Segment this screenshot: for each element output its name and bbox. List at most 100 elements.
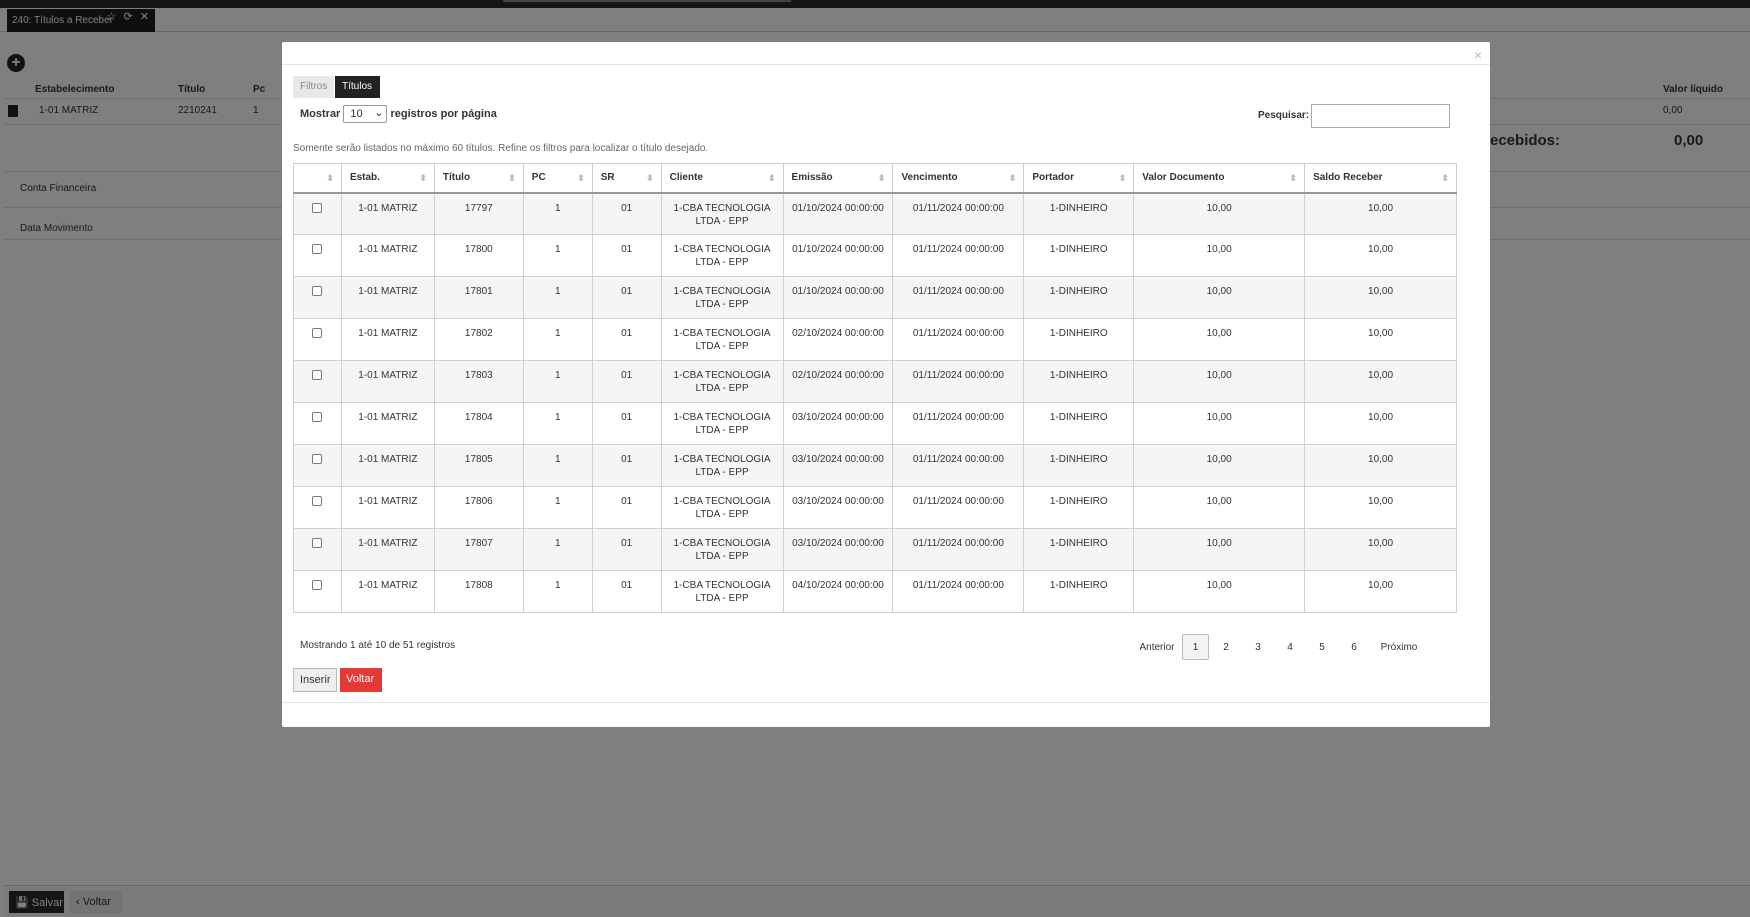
row-checkbox[interactable] (312, 496, 323, 506)
modal-footer-divider (282, 702, 1490, 703)
cell-cliente: 1-CBA TECNOLOGIA LTDA - EPP (660, 570, 784, 613)
cell-titulo: 17800 (433, 234, 524, 277)
cell-saldo-receber: 10,00 (1304, 444, 1457, 487)
table-row[interactable]: 1-01 MATRIZ 17797 1 01 1-CBA TECNOLOGIA LTDA … (293, 192, 1457, 235)
cell-valor-documento: 10,00 (1133, 192, 1306, 235)
pagination-page-3[interactable]: 3 (1246, 634, 1270, 660)
cell-vencimento: 01/11/2024 00:00:00 (892, 318, 1025, 361)
cell-estab: 1-01 MATRIZ (340, 402, 435, 445)
cell-pc: 1 (522, 276, 593, 319)
cell-vencimento: 01/11/2024 00:00:00 (892, 276, 1025, 319)
table-row[interactable]: 1-01 MATRIZ 17806 1 01 1-CBA TECNOLOGIA LTDA … (293, 486, 1457, 529)
table-row[interactable]: 1-01 MATRIZ 17800 1 01 1-CBA TECNOLOGIA LTDA … (293, 234, 1457, 277)
tab-titulos[interactable]: Títulos (335, 76, 380, 98)
column-header-vencimento[interactable]: Vencimento ⬍ (892, 163, 1025, 194)
cell-sr: 01 (591, 276, 662, 319)
column-header-sr[interactable]: SR ⬍ (591, 163, 662, 194)
show-label: Mostrar (300, 107, 341, 120)
close-icon[interactable]: × (1474, 47, 1482, 63)
cell-valor-documento: 10,00 (1133, 360, 1306, 403)
cell-estab: 1-01 MATRIZ (340, 528, 435, 571)
cell-saldo-receber: 10,00 (1304, 570, 1457, 613)
table-row[interactable]: 1-01 MATRIZ 17802 1 01 1-CBA TECNOLOGIA LTDA … (293, 318, 1457, 361)
row-checkbox[interactable] (312, 370, 323, 380)
table-row[interactable]: 1-01 MATRIZ 17805 1 01 1-CBA TECNOLOGIA LTDA … (293, 444, 1457, 487)
cell-portador: 1-DINHEIRO (1023, 486, 1135, 529)
table-row[interactable]: 1-01 MATRIZ 17803 1 01 1-CBA TECNOLOGIA LTDA … (293, 360, 1457, 403)
sort-icon: ⬍ (1441, 173, 1449, 183)
sort-icon: ⬍ (419, 173, 427, 183)
page-size-control: Mostrar 10 ⌄ registros por página (300, 105, 497, 123)
cell-estab: 1-01 MATRIZ (340, 486, 435, 529)
column-label: Título (442, 172, 471, 184)
column-header-titulo[interactable]: Título ⬍ (433, 163, 524, 194)
row-checkbox[interactable] (312, 412, 323, 422)
cliente-line-2: LTDA - EPP (695, 341, 749, 352)
cliente-line-1: 1-CBA TECNOLOGIA (673, 454, 771, 465)
column-header-emissao[interactable]: Emissão ⬍ (782, 163, 894, 194)
pagination-page-1[interactable]: 1 (1182, 634, 1209, 660)
cell-emissao: 01/10/2024 00:00:00 (782, 234, 894, 277)
table-row[interactable]: 1-01 MATRIZ 17804 1 01 1-CBA TECNOLOGIA LTDA … (293, 402, 1457, 445)
cell-valor-documento: 10,00 (1133, 486, 1306, 529)
cell-sr: 01 (591, 570, 662, 613)
cell-titulo: 17802 (433, 318, 524, 361)
cell-vencimento: 01/11/2024 00:00:00 (892, 570, 1025, 613)
cell-estab: 1-01 MATRIZ (340, 570, 435, 613)
search-input[interactable] (1311, 104, 1450, 128)
cell-titulo: 17806 (433, 486, 524, 529)
cell-portador: 1-DINHEIRO (1023, 234, 1135, 277)
row-checkbox[interactable] (312, 328, 323, 338)
row-checkbox[interactable] (312, 580, 323, 590)
column-header-pc[interactable]: PC ⬍ (522, 163, 593, 194)
column-header-cliente[interactable]: Cliente ⬍ (660, 163, 784, 194)
cell-cliente: 1-CBA TECNOLOGIA LTDA - EPP (660, 276, 784, 319)
row-checkbox[interactable] (312, 244, 323, 254)
cliente-line-1: 1-CBA TECNOLOGIA (673, 244, 771, 255)
cliente-line-2: LTDA - EPP (695, 299, 749, 310)
chevron-down-icon: ⌄ (374, 107, 384, 119)
cliente-line-1: 1-CBA TECNOLOGIA (673, 370, 771, 381)
cell-cliente: 1-CBA TECNOLOGIA LTDA - EPP (660, 318, 784, 361)
cell-sr: 01 (591, 192, 662, 235)
column-header-estab[interactable]: Estab. ⬍ (340, 163, 435, 194)
column-header-select[interactable]: ⬍ (293, 163, 342, 194)
cell-emissao: 03/10/2024 00:00:00 (782, 486, 894, 529)
cliente-line-1: 1-CBA TECNOLOGIA (673, 412, 771, 423)
insert-button[interactable]: Inserir (293, 668, 337, 692)
cell-pc: 1 (522, 528, 593, 571)
back-button-modal[interactable]: Voltar (340, 668, 382, 692)
pagination-page-2[interactable]: 2 (1214, 634, 1238, 660)
cell-sr: 01 (591, 234, 662, 277)
pagination-page-4[interactable]: 4 (1278, 634, 1302, 660)
cliente-line-1: 1-CBA TECNOLOGIA (673, 286, 771, 297)
pagination-prev[interactable]: Anterior (1132, 634, 1182, 660)
table-row[interactable]: 1-01 MATRIZ 17807 1 01 1-CBA TECNOLOGIA LTDA … (293, 528, 1457, 571)
row-checkbox[interactable] (312, 538, 323, 548)
column-label: Portador (1032, 172, 1074, 184)
page-size-value: 10 (350, 108, 363, 120)
column-header-portador[interactable]: Portador ⬍ (1023, 163, 1135, 194)
column-header-valor-documento[interactable]: Valor Documento ⬍ (1133, 163, 1306, 194)
column-label: Saldo Receber (1313, 172, 1383, 184)
table-row[interactable]: 1-01 MATRIZ 17808 1 01 1-CBA TECNOLOGIA LTDA … (293, 570, 1457, 613)
pagination-page-5[interactable]: 5 (1310, 634, 1334, 660)
pagination-page-6[interactable]: 6 (1342, 634, 1366, 660)
cell-saldo-receber: 10,00 (1304, 360, 1457, 403)
page-size-select[interactable]: 10 ⌄ (343, 105, 388, 123)
row-checkbox[interactable] (312, 202, 323, 213)
cell-estab: 1-01 MATRIZ (340, 234, 435, 277)
pagination-next[interactable]: Próximo (1372, 634, 1426, 660)
cell-titulo: 17801 (433, 276, 524, 319)
column-header-saldo-receber[interactable]: Saldo Receber ⬍ (1304, 163, 1457, 194)
cell-titulo: 17808 (433, 570, 524, 613)
cell-portador: 1-DINHEIRO (1023, 444, 1135, 487)
cell-pc: 1 (522, 360, 593, 403)
cell-saldo-receber: 10,00 (1304, 276, 1457, 319)
row-checkbox[interactable] (312, 286, 323, 296)
row-checkbox[interactable] (312, 454, 323, 464)
tab-filtros[interactable]: Filtros (293, 76, 334, 98)
table-row[interactable]: 1-01 MATRIZ 17801 1 01 1-CBA TECNOLOGIA LTDA … (293, 276, 1457, 319)
cell-saldo-receber: 10,00 (1304, 192, 1457, 235)
cliente-line-2: LTDA - EPP (695, 467, 749, 478)
